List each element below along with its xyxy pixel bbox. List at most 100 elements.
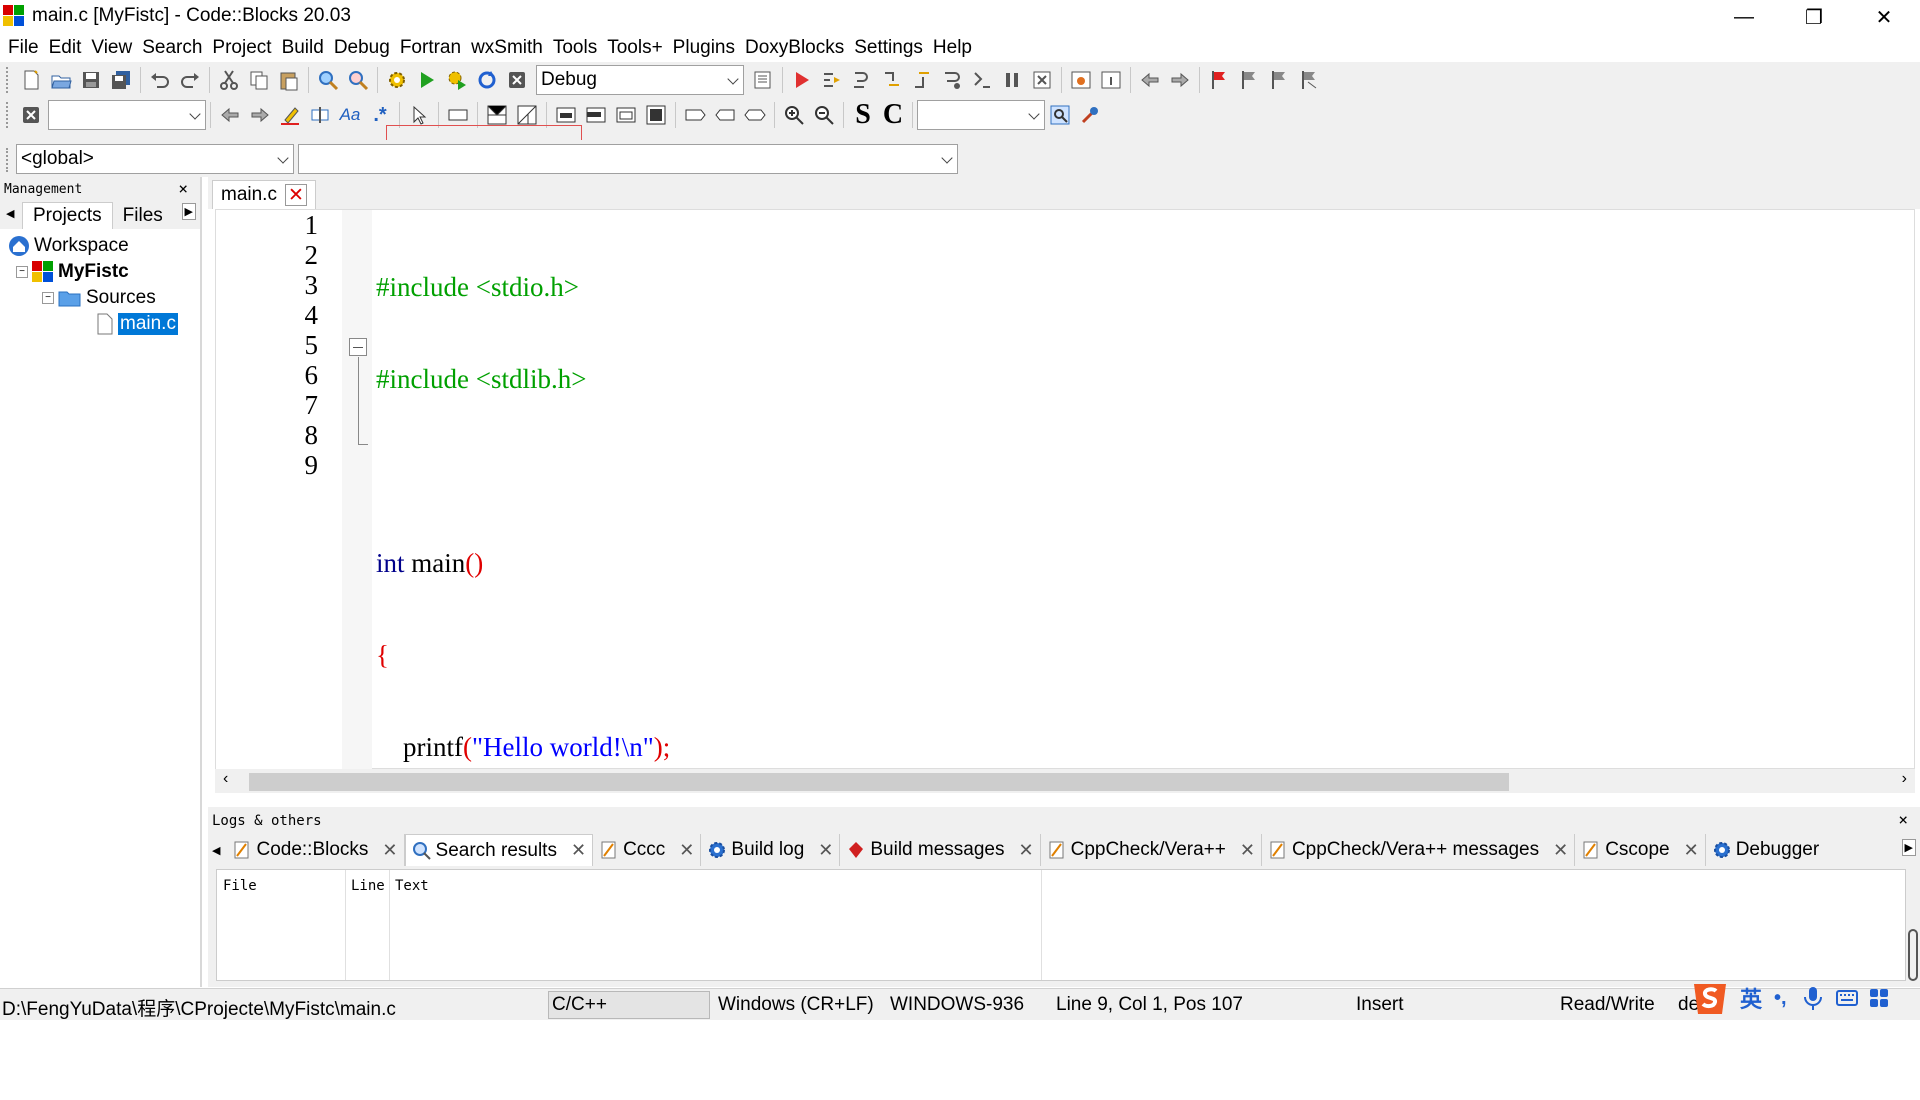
selected-text-button[interactable] (305, 100, 335, 130)
search-combo[interactable] (48, 100, 206, 130)
scroll-right-icon[interactable]: › (1902, 770, 1907, 788)
tab-cppcheck-vera[interactable]: CppCheck/Vera++ ✕ (1041, 834, 1262, 866)
build-button[interactable] (382, 65, 412, 95)
debug-info-button[interactable] (1096, 65, 1126, 95)
menu-view[interactable]: View (87, 34, 138, 62)
tab-cppcheck-vera-messages[interactable]: CppCheck/Vera++ messages ✕ (1262, 834, 1576, 866)
toolbar-grip[interactable] (6, 67, 12, 93)
close-button[interactable]: ✕ (1849, 0, 1919, 34)
column-header-file[interactable]: File (223, 878, 257, 894)
code-editor[interactable]: 1 2 3 4 5 6 7 8 9 #include <stdio.h> #in… (215, 209, 1915, 946)
grid-menu-icon[interactable] (1867, 986, 1891, 1010)
jump-back-button[interactable] (1135, 65, 1165, 95)
run-to-cursor-button[interactable] (817, 65, 847, 95)
flow-dowhile-button[interactable] (581, 100, 611, 130)
build-target-select[interactable]: Debug (536, 65, 744, 95)
save-button[interactable] (76, 65, 106, 95)
ime-punctuation-toggle[interactable]: •, (1774, 987, 1787, 1010)
close-tab-icon[interactable]: ✕ (284, 184, 307, 206)
step-into-button[interactable] (877, 65, 907, 95)
close-tab-icon[interactable]: ✕ (571, 840, 586, 861)
tab-cccc[interactable]: Cccc ✕ (593, 834, 702, 866)
zoom-in-button[interactable] (779, 100, 809, 130)
tab-codeblocks-log[interactable]: Code::Blocks ✕ (226, 834, 405, 866)
scrollbar-thumb[interactable] (249, 773, 1509, 791)
tab-cscope[interactable]: Cscope ✕ (1575, 834, 1706, 866)
close-tab-icon[interactable]: ✕ (1553, 840, 1568, 861)
close-tab-icon[interactable]: ✕ (1240, 840, 1255, 861)
toolbar-grip[interactable] (6, 148, 12, 172)
replace-button[interactable] (343, 65, 373, 95)
next-bookmark-button[interactable] (1264, 65, 1294, 95)
maximize-button[interactable]: ❐ (1779, 0, 1849, 34)
sogou-logo-icon[interactable] (1688, 978, 1732, 1018)
open-button[interactable] (46, 65, 76, 95)
highlight-button[interactable] (275, 100, 305, 130)
abort-button[interactable] (502, 65, 532, 95)
paste-button[interactable] (274, 65, 304, 95)
symbol-search-button[interactable] (1045, 100, 1075, 130)
search-results-list[interactable]: File Line Text (216, 869, 1906, 981)
tree-folder-sources[interactable]: − Sources (8, 285, 200, 311)
scope-select[interactable]: <global> (16, 144, 294, 174)
redo-button[interactable] (175, 65, 205, 95)
menu-file[interactable]: File (4, 34, 45, 62)
copy-button[interactable] (244, 65, 274, 95)
undo-button[interactable] (145, 65, 175, 95)
clear-search-button[interactable] (16, 100, 46, 130)
tab-projects[interactable]: Projects (22, 202, 113, 229)
tree-file-main-c[interactable]: main.c (8, 311, 200, 337)
close-tab-icon[interactable]: ✕ (1019, 840, 1034, 861)
minimize-button[interactable]: — (1709, 0, 1779, 34)
prev-bookmark-button[interactable] (1234, 65, 1264, 95)
stop-debug-button[interactable] (1027, 65, 1057, 95)
editor-tab-main-c[interactable]: main.c ✕ (212, 180, 316, 209)
find-next-button[interactable] (245, 100, 275, 130)
tab-build-log[interactable]: Build log ✕ (701, 834, 841, 866)
fold-toggle-icon[interactable] (349, 338, 367, 356)
find-button[interactable] (313, 65, 343, 95)
zoom-out-button[interactable] (809, 100, 839, 130)
tab-build-messages[interactable]: Build messages ✕ (840, 834, 1041, 866)
close-tab-icon[interactable]: ✕ (1684, 840, 1699, 861)
find-previous-button[interactable] (215, 100, 245, 130)
menu-debug[interactable]: Debug (330, 34, 396, 62)
tab-scroll-right-icon[interactable]: ▶ (181, 203, 196, 220)
microphone-icon[interactable] (1801, 985, 1825, 1011)
structogram-c-button[interactable]: C (878, 99, 908, 131)
tab-debugger[interactable]: Debugger (1706, 834, 1825, 866)
menu-tools[interactable]: Tools (549, 34, 603, 62)
step-out-button[interactable] (907, 65, 937, 95)
tab-scroll-left-icon[interactable]: ◀ (6, 207, 14, 220)
logs-close-button[interactable]: × (1898, 810, 1908, 829)
close-tab-icon[interactable]: ✕ (818, 840, 833, 861)
column-header-text[interactable]: Text (395, 878, 429, 894)
target-options-button[interactable] (748, 65, 778, 95)
scroll-left-icon[interactable]: ‹ (223, 770, 228, 788)
match-case-button[interactable]: Aa (335, 100, 365, 130)
menu-edit[interactable]: Edit (45, 34, 88, 62)
tab-scroll-left-icon[interactable]: ◀ (212, 844, 220, 857)
flow-return-button[interactable] (740, 100, 770, 130)
menu-settings[interactable]: Settings (850, 34, 929, 62)
next-instruction-button[interactable] (937, 65, 967, 95)
tab-scroll-right-icon[interactable]: ▶ (1901, 839, 1916, 856)
menu-fortran[interactable]: Fortran (396, 34, 467, 62)
menu-plugins[interactable]: Plugins (669, 34, 741, 62)
menu-wxsmith[interactable]: wxSmith (467, 34, 549, 62)
ime-language-toggle[interactable]: 英 (1740, 982, 1762, 1014)
flow-continue-button[interactable] (710, 100, 740, 130)
structogram-s-button[interactable]: S (848, 99, 878, 131)
collapse-icon[interactable]: − (16, 266, 28, 278)
new-file-button[interactable] (16, 65, 46, 95)
tab-search-results[interactable]: Search results ✕ (404, 834, 594, 866)
close-tab-icon[interactable]: ✕ (679, 840, 694, 861)
symbol-search-combo[interactable] (917, 100, 1045, 130)
flow-block-filled-button[interactable] (641, 100, 671, 130)
flow-for-button[interactable] (611, 100, 641, 130)
tree-project[interactable]: − MyFistc (8, 259, 200, 285)
options-button[interactable] (1075, 100, 1105, 130)
column-header-line[interactable]: Line (351, 878, 385, 894)
step-into-instruction-button[interactable] (967, 65, 997, 95)
vertical-scrollbar[interactable] (1908, 929, 1918, 981)
